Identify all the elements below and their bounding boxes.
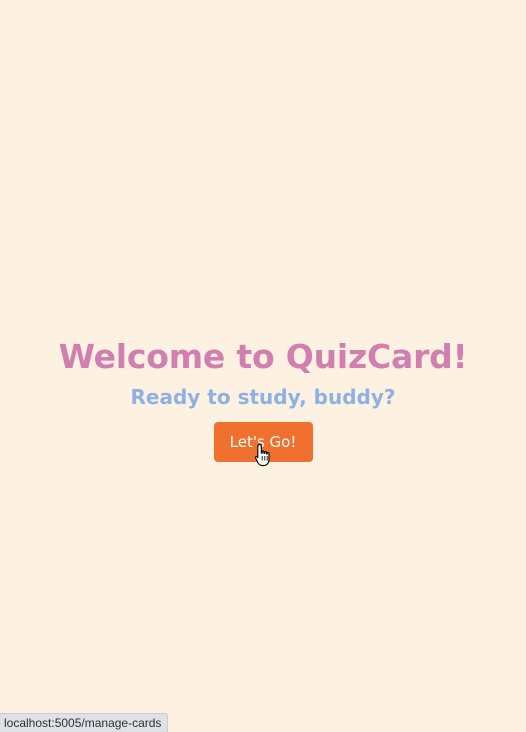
welcome-hero: Welcome to QuizCard! Ready to study, bud… [0, 336, 526, 462]
link-status-bar: localhost:5005/manage-cards [0, 713, 169, 732]
page-title: Welcome to QuizCard! [58, 337, 468, 376]
lets-go-button[interactable]: Let's Go! [213, 422, 313, 462]
page-subtitle: Ready to study, buddy? [130, 385, 396, 409]
